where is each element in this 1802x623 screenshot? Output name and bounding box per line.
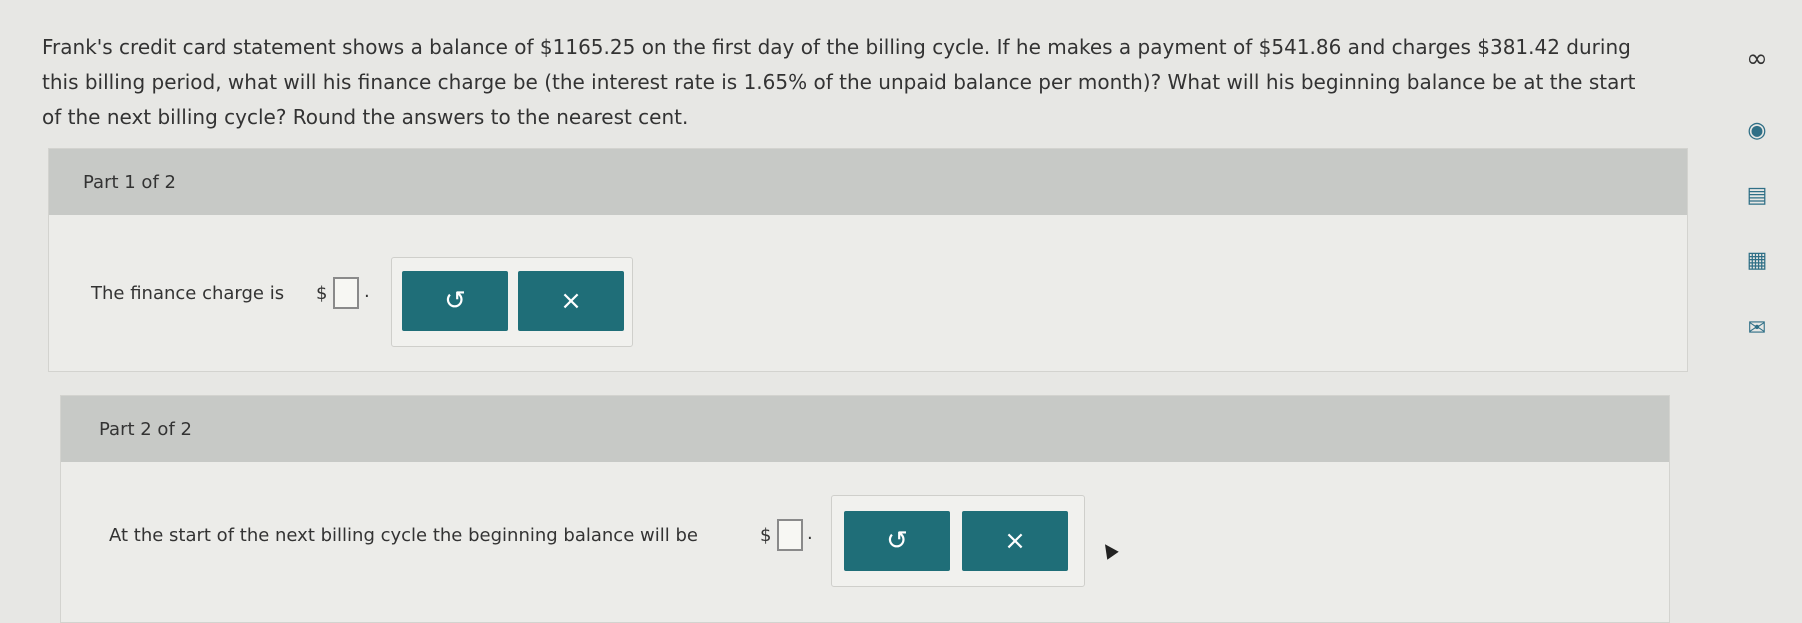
document-icon[interactable]: ▤ (1740, 180, 1774, 210)
part-2-title: Part 2 of 2 (99, 418, 192, 440)
close-icon: × (1004, 526, 1026, 556)
finance-charge-input[interactable] (333, 277, 359, 309)
undo-button[interactable]: ↺ (402, 271, 508, 331)
period: . (807, 523, 813, 544)
part-1-title: Part 1 of 2 (83, 171, 176, 193)
currency-symbol: $ (316, 283, 328, 304)
answer-tools: ↺ × (831, 495, 1085, 587)
question-line-2: this billing period, what will his finan… (42, 70, 1636, 94)
answer-tools: ↺ × (391, 257, 633, 347)
part-1-card: Part 1 of 2 The finance charge is $ . ↺ … (48, 148, 1688, 372)
beginning-balance-input[interactable] (777, 519, 803, 551)
clear-button[interactable]: × (518, 271, 624, 331)
close-icon: × (560, 286, 582, 316)
period: . (364, 281, 370, 302)
undo-icon: ↺ (886, 526, 908, 556)
finance-charge-label: The finance charge is (91, 283, 285, 304)
undo-icon: ↺ (444, 286, 466, 316)
question-line-1: Frank's credit card statement shows a ba… (42, 35, 1631, 59)
right-tool-rail: ∞ ◉ ▤ ▦ ✉ (1730, 0, 1802, 623)
part-1-header: Part 1 of 2 (49, 149, 1687, 215)
part-2-header: Part 2 of 2 (61, 396, 1669, 462)
mail-icon[interactable]: ✉ (1740, 313, 1774, 343)
beginning-balance-label: At the start of the next billing cycle t… (109, 525, 698, 546)
infinity-icon[interactable]: ∞ (1740, 44, 1774, 74)
check-answer-icon[interactable]: ◉ (1740, 115, 1774, 145)
part-2-card: Part 2 of 2 At the start of the next bil… (60, 395, 1670, 623)
clear-button[interactable]: × (962, 511, 1068, 571)
question-text: Frank's credit card statement shows a ba… (42, 30, 1682, 135)
calculator-icon[interactable]: ▦ (1740, 245, 1774, 275)
question-line-3: of the next billing cycle? Round the ans… (42, 105, 689, 129)
currency-symbol: $ (760, 525, 772, 546)
undo-button[interactable]: ↺ (844, 511, 950, 571)
